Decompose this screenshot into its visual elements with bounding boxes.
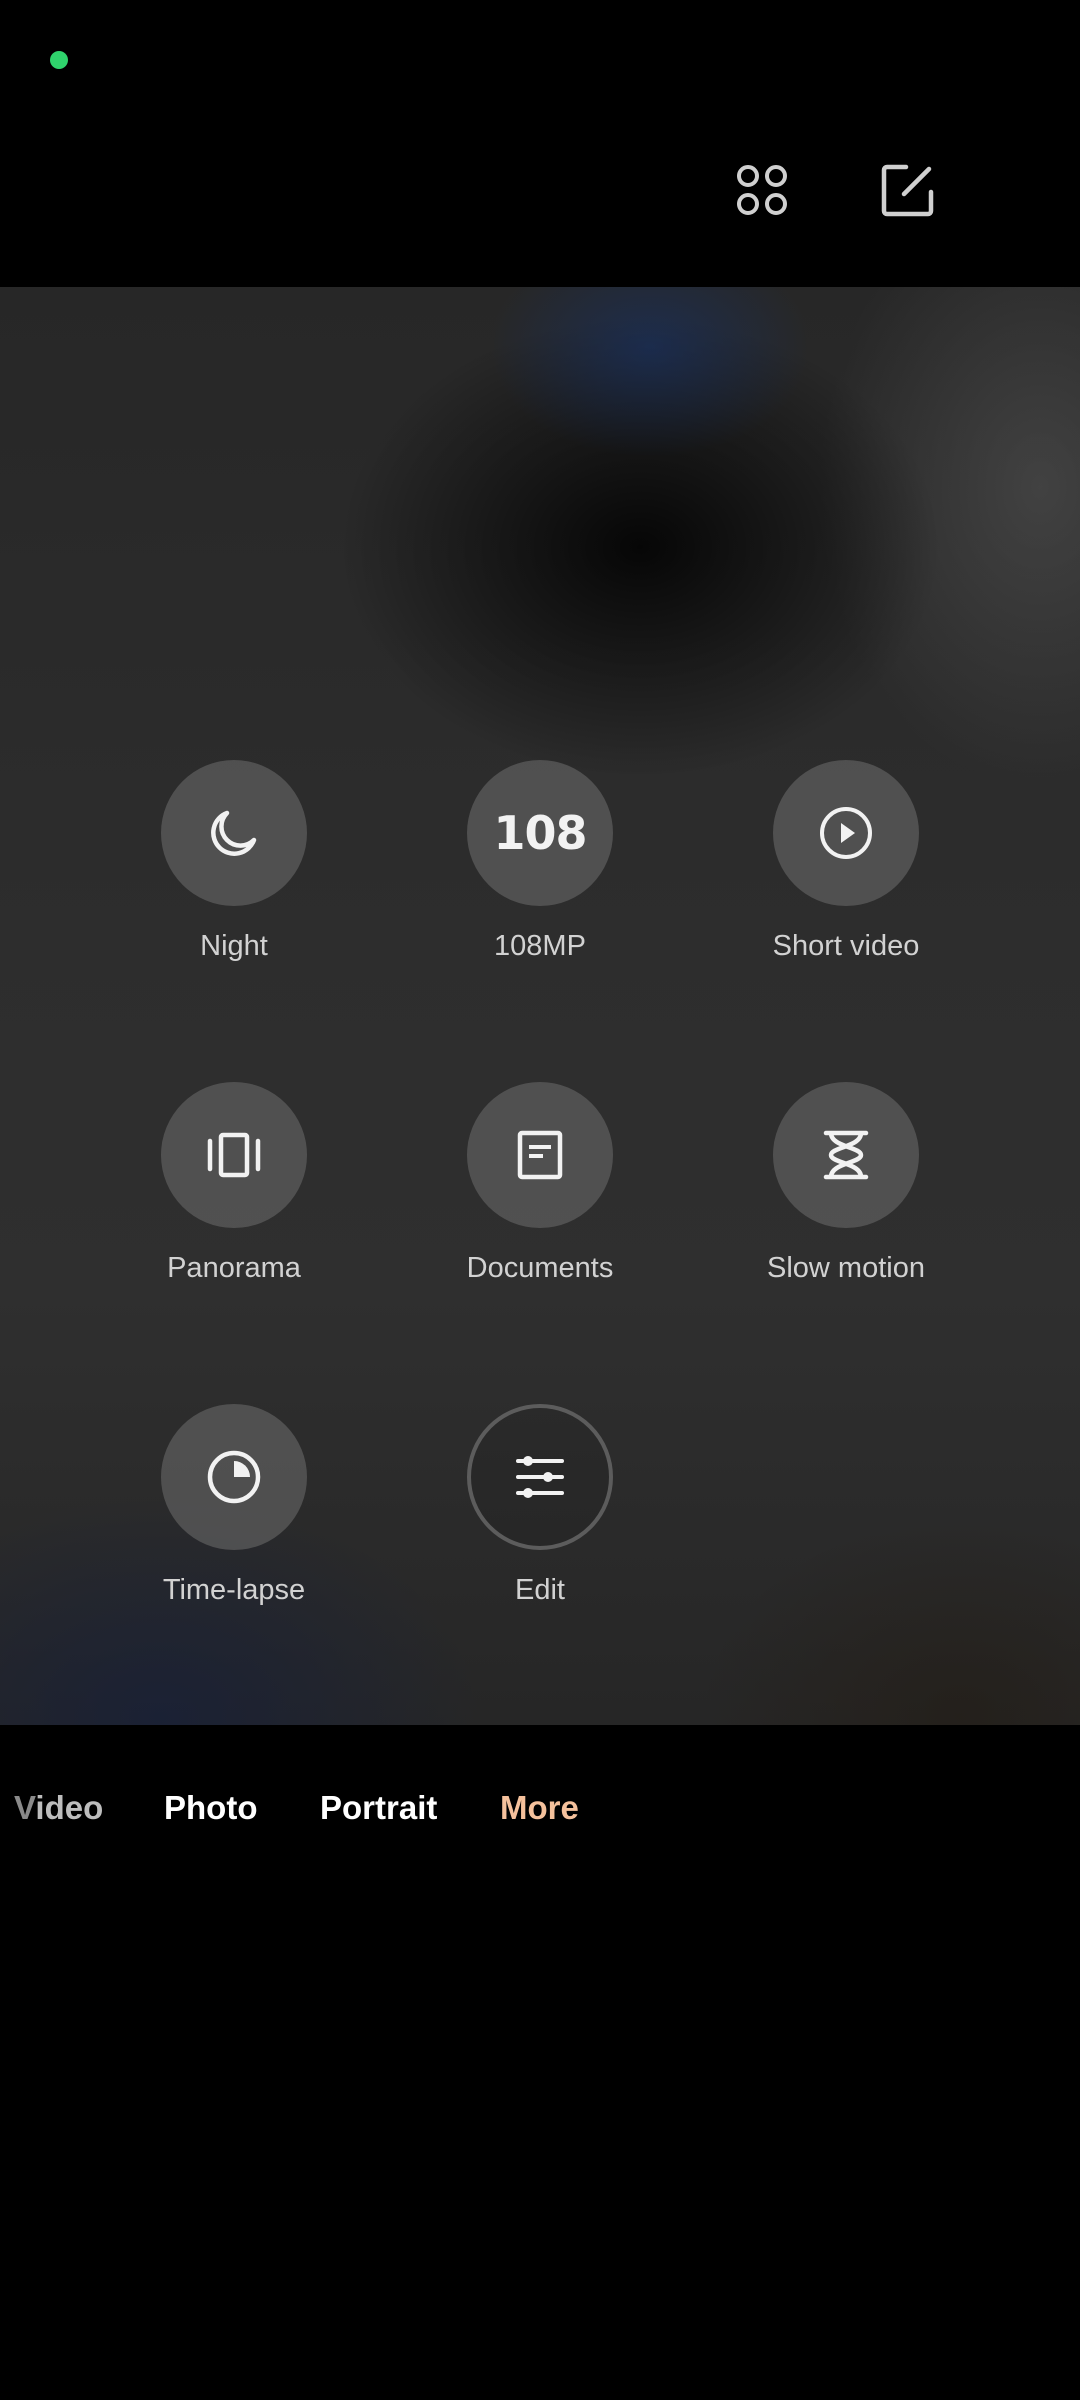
short-video-mode-button[interactable] xyxy=(773,760,919,906)
sliders-icon xyxy=(516,1456,564,1498)
108mp-mode-button[interactable]: 108 xyxy=(467,760,613,906)
mode-108mp[interactable]: 108 108MP xyxy=(390,760,690,964)
edit-modes-button[interactable] xyxy=(467,1404,613,1550)
mode-label-time-lapse: Time-lapse xyxy=(162,1574,306,1606)
mode-short-video[interactable]: Short video xyxy=(696,760,996,964)
panorama-icon xyxy=(207,1132,261,1178)
108-icon-text: 108 xyxy=(493,806,587,860)
tab-photo[interactable]: Photo xyxy=(164,1778,257,1838)
mode-label-night: Night xyxy=(200,930,268,962)
tab-video-fade-letter: V xyxy=(14,1789,36,1826)
camera-screen: Night 108 108MP Short video Panorama Doc… xyxy=(0,0,1080,2400)
mode-label-slow-motion: Slow motion xyxy=(767,1252,925,1284)
mode-slow-motion[interactable]: Slow motion xyxy=(696,1082,996,1286)
mode-night[interactable]: Night xyxy=(84,760,384,964)
edit-layout-icon[interactable] xyxy=(878,160,938,220)
camera-in-use-indicator xyxy=(50,51,68,69)
camera-viewfinder: Night 108 108MP Short video Panorama Doc… xyxy=(0,287,1080,1725)
slow-motion-mode-button[interactable] xyxy=(773,1082,919,1228)
mode-panorama[interactable]: Panorama xyxy=(84,1082,384,1286)
moon-icon xyxy=(211,810,257,856)
tab-portrait[interactable]: Portrait xyxy=(320,1778,437,1838)
timer-clock-icon xyxy=(207,1450,261,1504)
camera-mode-tabs: Video Photo Portrait More xyxy=(0,1778,1080,1838)
document-icon xyxy=(517,1130,563,1180)
mode-label-108mp: 108MP xyxy=(494,930,586,962)
hourglass-icon xyxy=(823,1130,869,1180)
night-mode-button[interactable] xyxy=(161,760,307,906)
mode-edit[interactable]: Edit xyxy=(390,1404,690,1608)
play-circle-icon xyxy=(820,807,872,859)
mode-label-edit: Edit xyxy=(515,1574,565,1606)
grid-icon[interactable] xyxy=(732,160,792,220)
documents-mode-button[interactable] xyxy=(467,1082,613,1228)
tab-video[interactable]: Video xyxy=(14,1778,103,1838)
panorama-mode-button[interactable] xyxy=(161,1082,307,1228)
mode-time-lapse[interactable]: Time-lapse xyxy=(84,1404,384,1608)
tab-video-label: ideo xyxy=(35,1789,104,1826)
time-lapse-mode-button[interactable] xyxy=(161,1404,307,1550)
mode-documents[interactable]: Documents xyxy=(390,1082,690,1286)
mode-label-documents: Documents xyxy=(466,1252,614,1284)
mode-label-short-video: Short video xyxy=(772,930,920,962)
mode-label-panorama: Panorama xyxy=(167,1252,301,1284)
tab-more[interactable]: More xyxy=(500,1778,579,1838)
